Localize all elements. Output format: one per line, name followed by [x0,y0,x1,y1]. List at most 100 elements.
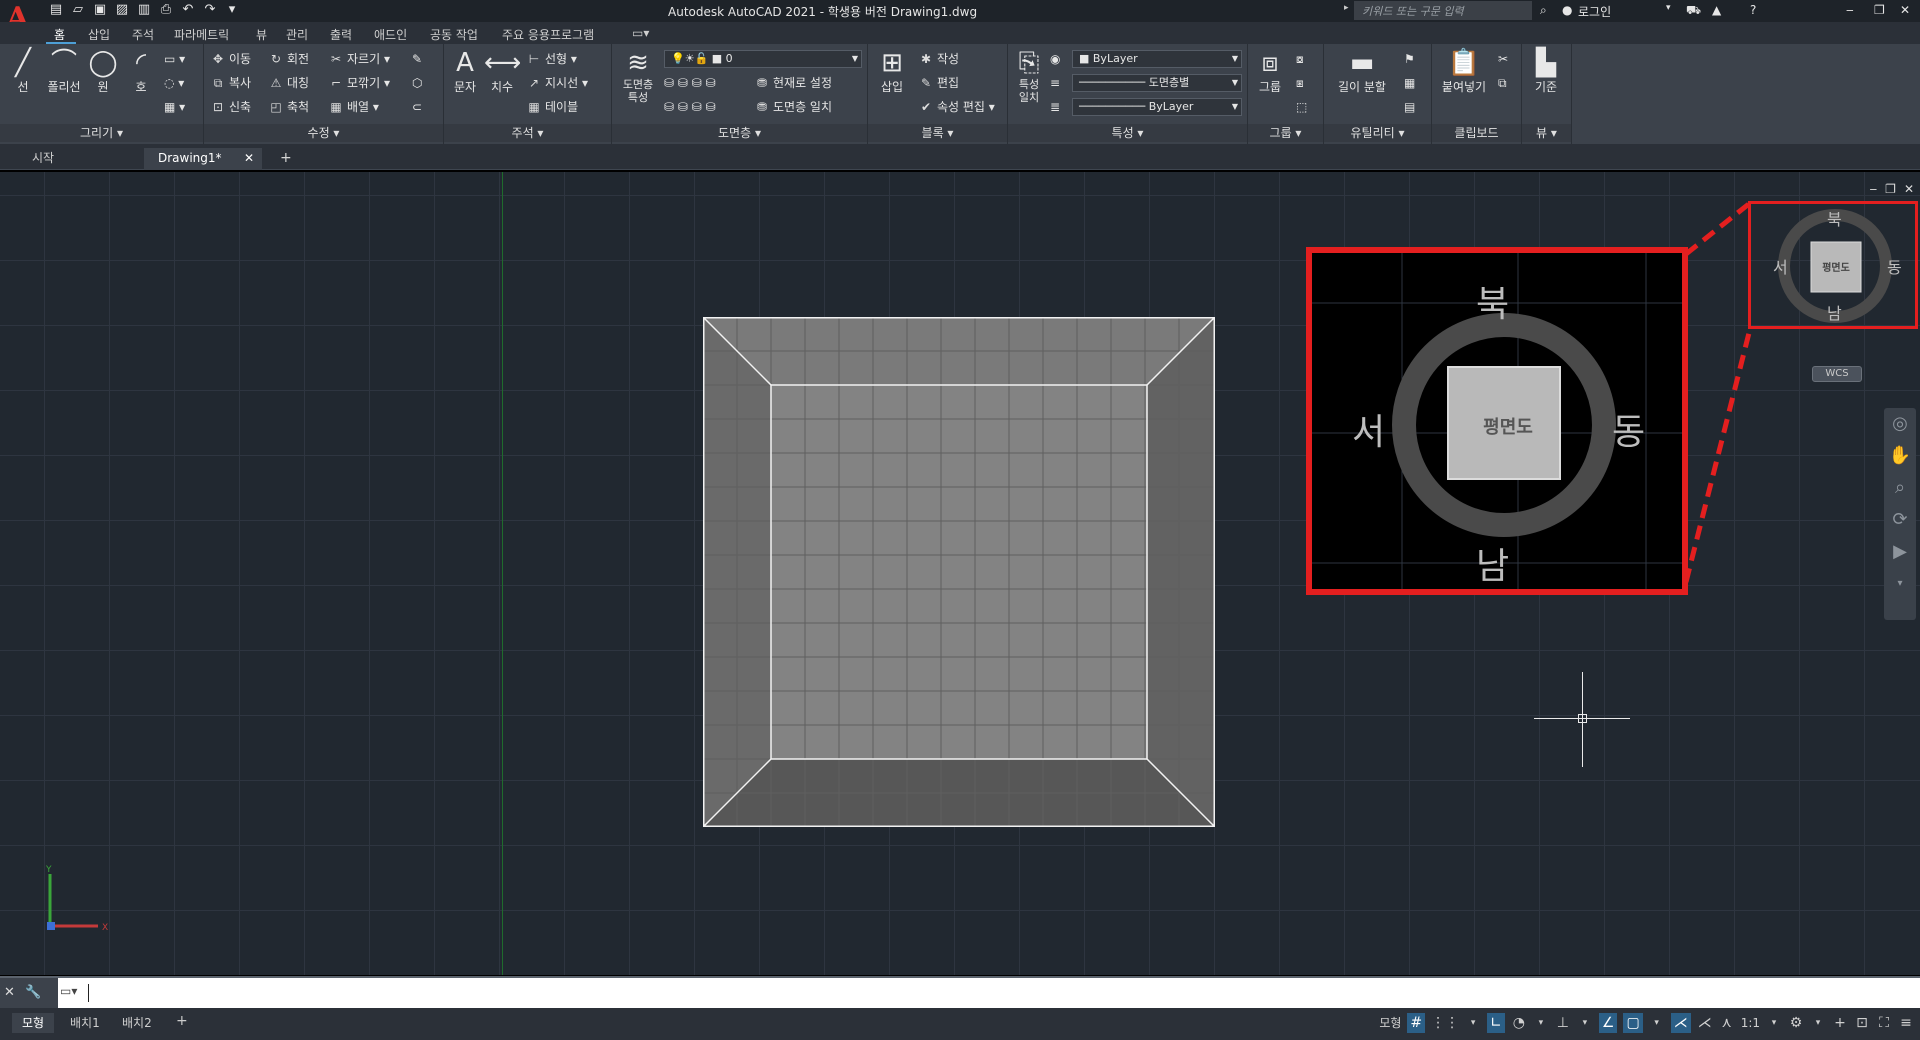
units-icon[interactable]: ⊡ [1854,1013,1870,1033]
gradient-icon[interactable]: ▦ ▾ [164,98,185,116]
layout-tab-model[interactable]: 모형 [12,1013,55,1033]
cart-icon[interactable]: ⛟ [1686,3,1701,19]
help-icon[interactable]: ? [1750,3,1756,17]
annotation-scale-value[interactable]: 1:1 [1741,1013,1760,1033]
scale-menu-icon[interactable]: ▾ [1766,1013,1782,1033]
tab-insert[interactable]: 삽입 [88,26,110,43]
cut-icon[interactable]: ✂ [1498,50,1508,68]
workspace-gear-icon[interactable]: ⚙ [1788,1013,1804,1033]
isodraft-icon[interactable]: ⊥ [1555,1013,1571,1033]
ungroup-icon[interactable]: ⧇ [1296,50,1304,68]
select-all-icon[interactable]: ▦ [1404,74,1415,92]
redo-icon[interactable]: ↷ [202,2,218,18]
tab-home[interactable]: 홈 [54,26,65,43]
group-edit-icon[interactable]: ⧆ [1296,74,1304,92]
search-input[interactable]: 키워드 또는 구문 입력 [1354,1,1532,20]
group-select-icon[interactable]: ⬚ [1296,98,1307,116]
clean-screen-icon[interactable]: ⛶ [1876,1013,1892,1033]
annotation-panel-title[interactable]: 주석 ▾ [444,124,611,142]
undo-icon[interactable]: ↶ [180,2,196,18]
restore-icon[interactable]: ❐ [1874,3,1885,17]
tab-view[interactable]: 뷰 [256,26,267,43]
trim-button[interactable]: ✂ 자르기 ▾ [328,50,390,68]
object-snap-menu-icon[interactable]: ▾ [1649,1013,1665,1033]
color-dropdown[interactable]: ■ ByLayer ▼ [1072,50,1242,68]
wcs-menu-button[interactable]: WCS [1812,366,1862,382]
tab-drawing1[interactable]: Drawing1* ✕ [144,148,262,170]
ortho-icon[interactable]: ∟ [1487,1013,1505,1033]
layers-panel-title[interactable]: 도면층 ▾ [612,124,867,142]
layout-tab-layout2[interactable]: 배치2 [112,1013,162,1033]
block-create-button[interactable]: ✱ 작성 [918,50,959,68]
open-icon[interactable]: ▱ [70,2,86,18]
new-tab-icon[interactable]: + [280,150,292,166]
polyline-button[interactable]: ⌒ 폴리선 [42,48,86,95]
polar-icon[interactable]: ◔ [1511,1013,1527,1033]
linetype-dropdown[interactable]: ────────── 도면층별 ▼ [1072,74,1242,92]
clipboard-panel-title[interactable]: 클립보드 [1432,124,1521,142]
add-layout-icon[interactable]: + [176,1013,188,1029]
customization-menu-icon[interactable]: ≡ [1898,1013,1914,1033]
arc-button[interactable]: ◜ 호 [124,48,158,95]
group-button[interactable]: ⧈ 그룹 [1250,48,1290,95]
snap-menu-icon[interactable]: ▾ [1465,1013,1481,1033]
ribbon-display-icon[interactable]: ▭▾ [632,26,649,40]
mirror-button[interactable]: ⚠ 대칭 [268,74,309,92]
groups-panel-title[interactable]: 그룹 ▾ [1248,124,1323,142]
array-button[interactable]: ▦ 배열 ▾ [328,98,379,116]
drawing-viewport[interactable]: ‒ ❐ ✕ 북 남 동 서 평면도 북 남 동 서 평면도 WCS ◎ ✋ ⌕ … [0,172,1920,975]
lineweight-dropdown[interactable]: ────────── ByLayer ▼ [1072,98,1242,116]
set-current-button[interactable]: ⛃ 현재로 설정 [754,74,832,92]
login-button[interactable]: 로그인 [1578,3,1611,20]
navbar-menu-icon[interactable]: ▾ [1884,568,1916,600]
color-wheel-icon[interactable]: ◉ [1050,50,1060,68]
close-icon[interactable]: ✕ [1900,3,1910,17]
model-space-button[interactable]: 모형 [1379,1013,1401,1033]
object-snap-icon[interactable]: ▢ [1623,1013,1643,1033]
viewcube-north[interactable]: 북 [1827,206,1842,230]
stretch-button[interactable]: ⊡ 신축 [210,98,251,116]
linetype-icon[interactable]: ≡ [1050,74,1060,92]
saveas-icon[interactable]: ▨ [114,2,130,18]
layer-tools-row2[interactable]: ⛁ ⛁ ⛁ ⛁ [664,98,716,116]
tab-manage[interactable]: 관리 [286,26,308,43]
fillet-button[interactable]: ⌐ 모깎기 ▾ [328,74,390,92]
tab-collaborate[interactable]: 공동 작업 [430,26,478,43]
annotation-monitor-icon[interactable]: + [1832,1013,1848,1033]
pan-icon[interactable]: ✋ [1884,440,1916,472]
text-button[interactable]: A 문자 [448,48,482,95]
zoom-icon[interactable]: ⌕ [1884,472,1916,504]
layer-properties-button[interactable]: ≋ 도면층 특성 [616,48,660,104]
quick-select-icon[interactable]: ⚑ [1404,50,1415,68]
command-close-icon[interactable]: ✕ [4,985,15,1000]
grid-icon[interactable]: # [1407,1013,1426,1033]
customize-icon[interactable]: ▾ [224,2,240,18]
calculator-icon[interactable]: ▤ [1404,98,1415,116]
viewport-restore-icon[interactable]: ❐ [1885,182,1896,196]
save-icon[interactable]: ▣ [92,2,108,18]
attribute-edit-button[interactable]: ✔ 속성 편집 ▾ [918,98,995,116]
lineweight-icon[interactable]: ≣ [1050,98,1060,116]
view-panel-title[interactable]: 뷰 ▾ [1522,124,1571,142]
annotation-scale-icon[interactable]: ⋏ [1719,1013,1735,1033]
layer-tools-row1[interactable]: ⛁ ⛁ ⛁ ⛁ [664,74,716,92]
block-edit-button[interactable]: ✎ 편집 [918,74,959,92]
ucs-icon[interactable]: Y X [44,862,114,932]
close-tab-icon[interactable]: ✕ [244,148,254,168]
tab-start[interactable]: 시작 [18,148,144,170]
viewport-minimize-icon[interactable]: ‒ [1870,182,1878,196]
dimension-button[interactable]: ⟷ 치수 [484,48,521,95]
block-panel-title[interactable]: 블록 ▾ [868,124,1007,142]
autoscale-icon[interactable]: ⋌ [1697,1013,1713,1033]
offset-icon[interactable]: ⊂ [412,98,422,116]
orbit-icon[interactable]: ⟳ [1884,504,1916,536]
publish-icon[interactable]: ▥ [136,2,152,18]
move-button[interactable]: ✥ 이동 [210,50,251,68]
tab-featured-apps[interactable]: 주요 응용프로그램 [502,26,594,43]
modify-panel-title[interactable]: 수정 ▾ [204,124,443,142]
properties-panel-title[interactable]: 특성 ▾ [1008,124,1247,142]
tab-output[interactable]: 출력 [330,26,352,43]
viewcube-east[interactable]: 동 [1887,254,1902,278]
measure-button[interactable]: ▬ 길이 분할 [1328,48,1396,95]
copy-clip-icon[interactable]: ⧉ [1498,74,1507,92]
